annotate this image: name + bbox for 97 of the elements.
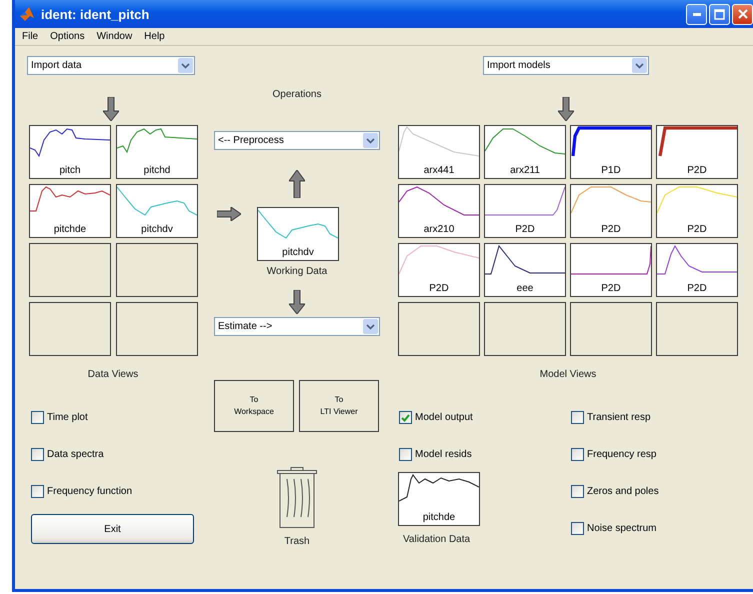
empty-tile[interactable] <box>398 302 480 356</box>
data-plot-tile[interactable]: pitchd <box>116 125 198 179</box>
export-button[interactable]: To LTI Viewer <box>299 380 379 432</box>
maximize-button[interactable] <box>709 4 730 24</box>
validation-data-caption: Validation Data <box>403 534 470 545</box>
checkbox-label: Time plot <box>47 412 88 423</box>
trash-label: Trash <box>284 536 310 547</box>
empty-tile[interactable] <box>656 302 738 356</box>
checkbox-label: Zeros and poles <box>587 486 659 497</box>
empty-tile[interactable] <box>116 243 198 297</box>
app-logo-icon <box>19 6 35 22</box>
empty-tile[interactable] <box>29 243 111 297</box>
checkbox-label: Transient resp <box>587 412 651 423</box>
model-plot-tile[interactable]: P2D <box>398 243 480 297</box>
right-arrow-icon <box>217 207 241 221</box>
menu-item[interactable]: File <box>16 31 44 42</box>
tile-label: arx210 <box>424 223 454 236</box>
checkbox[interactable] <box>31 485 44 498</box>
checkbox[interactable] <box>399 448 412 461</box>
validation-data-tile[interactable]: pitchde <box>398 472 480 526</box>
window-title: ident: ident_pitch <box>41 6 150 22</box>
close-icon <box>738 9 748 19</box>
model-plot-tile[interactable]: arx441 <box>398 125 480 179</box>
tile-label: pitchd <box>144 164 170 177</box>
tile-label: P2D <box>687 223 707 236</box>
down-arrow-icon <box>103 97 119 121</box>
model-plot-tile[interactable]: arx210 <box>398 184 480 238</box>
model-plot-tile[interactable]: P2D <box>570 184 652 238</box>
checkbox[interactable] <box>571 522 584 535</box>
model-plot-tile[interactable]: P2D <box>656 243 738 297</box>
tile-label: pitchde <box>54 223 86 236</box>
data-plot-tile[interactable]: pitchdv <box>116 184 198 238</box>
tile-label: P2D <box>687 282 707 295</box>
down-arrow-icon <box>289 290 305 314</box>
checkbox-label: Data spectra <box>47 449 104 460</box>
tile-label: P2D <box>601 282 621 295</box>
maximize-icon <box>714 8 725 20</box>
checkbox-label: Noise spectrum <box>587 523 656 534</box>
chevron-icon <box>632 58 647 73</box>
model-plot-tile[interactable]: arx211 <box>484 125 566 179</box>
minimize-icon <box>692 12 700 16</box>
tile-label: pitch <box>59 164 81 177</box>
tile-label: P2D <box>601 223 621 236</box>
minimize-button[interactable] <box>686 4 707 24</box>
import-models-dropdown[interactable]: Import models <box>483 56 649 75</box>
model-plot-tile[interactable]: P2D <box>484 184 566 238</box>
model-plot-tile[interactable]: P1D <box>570 125 652 179</box>
tile-label: pitchde <box>422 511 456 524</box>
working-data-tile[interactable]: pitchdv <box>257 207 339 261</box>
tile-label: P2D <box>515 223 535 236</box>
preprocess-dropdown[interactable]: <-- Preprocess <box>214 131 380 150</box>
empty-tile[interactable] <box>116 302 198 356</box>
tile-label: arx441 <box>424 164 454 177</box>
menu-item[interactable]: Options <box>44 31 91 42</box>
checkbox[interactable] <box>571 485 584 498</box>
chevron-icon <box>363 133 378 148</box>
model-plot-tile[interactable]: P2D <box>656 184 738 238</box>
checkbox-label: Model resids <box>415 449 472 460</box>
section-title: Data Views <box>88 369 138 380</box>
up-arrow-icon <box>289 170 305 198</box>
section-title: Operations <box>272 89 322 100</box>
menu-item[interactable]: Help <box>138 31 171 42</box>
chevron-icon <box>178 58 193 73</box>
checkbox-label: Frequency function <box>47 486 132 497</box>
down-arrow-icon <box>558 97 574 121</box>
tile-label: pitchdv <box>141 223 173 236</box>
model-plot-tile[interactable]: P2D <box>656 125 738 179</box>
data-plot-tile[interactable]: pitch <box>29 125 111 179</box>
checkbox-label: Frequency resp <box>587 449 656 460</box>
tile-label: P1D <box>601 164 621 177</box>
checkbox[interactable] <box>399 411 412 424</box>
estimate-dropdown[interactable]: Estimate --> <box>214 317 380 336</box>
import-data-dropdown[interactable]: Import data <box>27 56 195 75</box>
tile-label: arx211 <box>510 164 540 177</box>
export-button[interactable]: To Workspace <box>214 380 294 432</box>
tile-label: pitchdv <box>282 246 314 259</box>
checkbox-label: Model output <box>415 412 473 423</box>
model-plot-tile[interactable]: eee <box>484 243 566 297</box>
exit-button[interactable]: Exit <box>31 514 194 544</box>
empty-tile[interactable] <box>570 302 652 356</box>
empty-tile[interactable] <box>484 302 566 356</box>
tile-label: P2D <box>687 164 707 177</box>
data-plot-tile[interactable]: pitchde <box>29 184 111 238</box>
tile-label: P2D <box>429 282 449 295</box>
checkbox[interactable] <box>31 411 44 424</box>
close-button[interactable] <box>732 4 753 24</box>
checkbox[interactable] <box>31 448 44 461</box>
checkbox[interactable] <box>571 448 584 461</box>
empty-tile[interactable] <box>29 302 111 356</box>
chevron-icon <box>363 319 378 334</box>
menu-item[interactable]: Window <box>90 31 138 42</box>
model-plot-tile[interactable]: P2D <box>570 243 652 297</box>
working-data-caption: Working Data <box>266 266 328 277</box>
section-title: Model Views <box>540 369 596 380</box>
checkbox[interactable] <box>571 411 584 424</box>
trash-can-icon[interactable] <box>277 467 317 528</box>
tile-label: eee <box>516 282 534 295</box>
